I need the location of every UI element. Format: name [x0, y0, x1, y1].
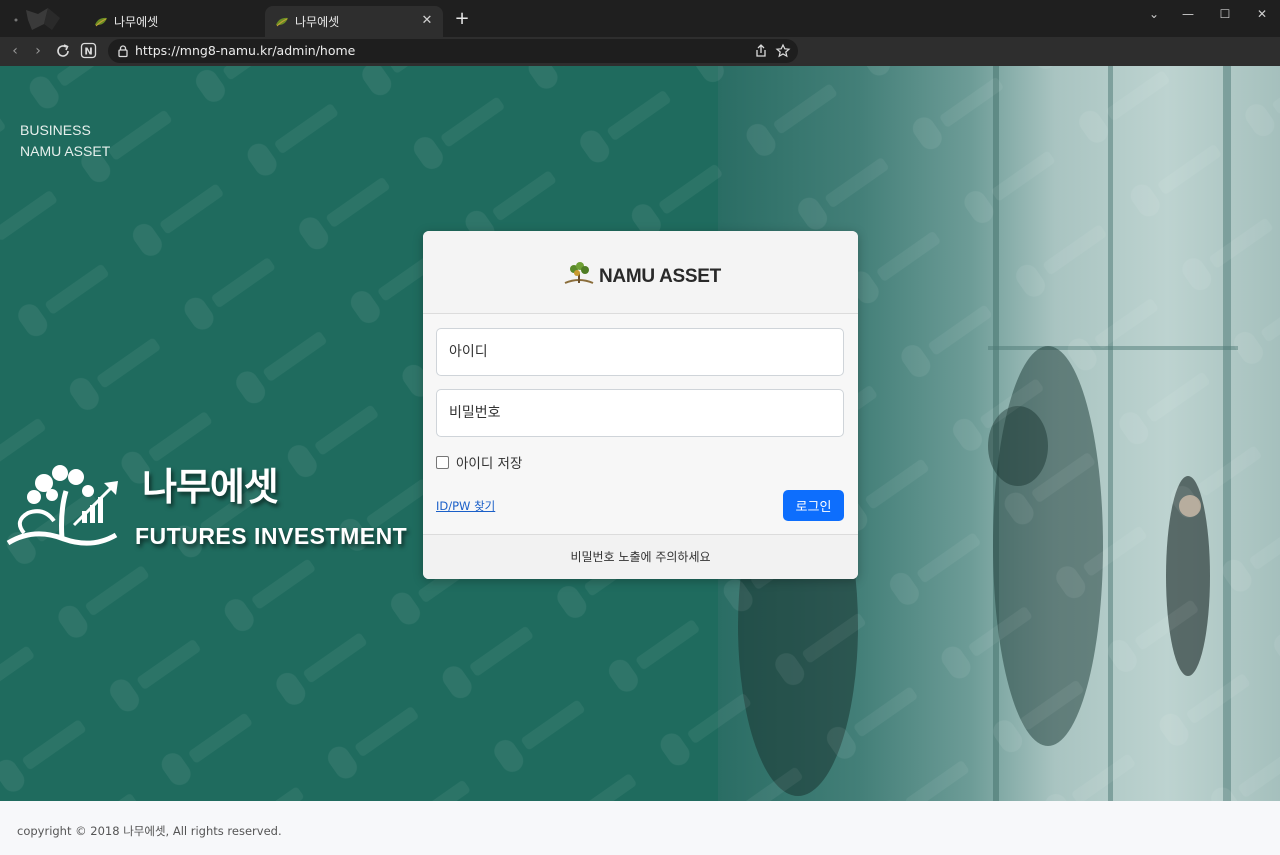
plus-icon[interactable]: + — [452, 9, 472, 29]
share-icon[interactable] — [753, 43, 769, 59]
tab-title: 나무에셋 — [114, 15, 159, 29]
reader-n-icon[interactable]: N — [80, 42, 97, 59]
address-bar[interactable]: https://mng8-namu.kr/admin/home — [108, 39, 798, 63]
back-icon[interactable]: ‹ — [5, 41, 25, 61]
brand-english-name: FUTURES INVESTMENT — [135, 523, 408, 549]
brand-line-namu-asset: NAMU ASSET — [20, 143, 111, 159]
svg-text:N: N — [84, 47, 92, 58]
bookmark-star-icon[interactable] — [775, 43, 791, 59]
reload-icon[interactable] — [54, 42, 72, 60]
tab-inactive[interactable]: 나무에셋 — [84, 6, 260, 37]
url-text: https://mng8-namu.kr/admin/home — [135, 43, 356, 58]
leaf-favicon-icon — [95, 17, 107, 26]
tree-logo-icon — [6, 465, 118, 546]
browser-logo-icon — [14, 8, 60, 30]
copyright-text: copyright © 2018 나무에셋, All rights reserv… — [17, 824, 282, 838]
page-footer: copyright © 2018 나무에셋, All rights reserv… — [0, 801, 1280, 855]
login-card: NAMU ASSET 아이디 저장 ID/PW 찾기 로그인 비밀번호 노출에 … — [423, 231, 858, 579]
leaf-favicon-icon — [276, 17, 288, 26]
brand-line-business: BUSINESS — [20, 122, 91, 138]
close-icon[interactable]: ✕ — [1245, 4, 1279, 24]
login-card-header: NAMU ASSET — [423, 231, 858, 314]
tree-logo-icon — [564, 262, 594, 284]
chevron-down-icon[interactable]: ⌄ — [1137, 4, 1171, 24]
page-content: BUSINESS NAMU ASSET 나무에셋 FUTURES INVESTM… — [0, 66, 1280, 855]
maximize-icon[interactable]: ☐ — [1208, 4, 1242, 24]
tab-title: 나무에셋 — [295, 15, 340, 29]
remember-id-label: 아이디 저장 — [456, 456, 523, 472]
lock-icon — [118, 45, 128, 58]
tab-active[interactable]: 나무에셋 ✕ — [265, 6, 443, 37]
username-input[interactable] — [436, 328, 844, 376]
browser-tab-bar: 나무에셋 나무에셋 ✕ + ⌄ — ☐ ✕ — [0, 0, 1280, 37]
brand-korean-name: 나무에셋 — [142, 465, 279, 509]
password-input[interactable] — [436, 389, 844, 437]
browser-toolbar: ‹ › N https://mng8-namu.kr/admin/home — [0, 37, 1280, 66]
brand-tagline: BUSINESS NAMU ASSET — [20, 120, 110, 162]
remember-id-checkbox[interactable] — [436, 455, 449, 469]
find-id-pw-link[interactable]: ID/PW 찾기 — [436, 498, 495, 514]
remember-id-option[interactable]: 아이디 저장 — [436, 452, 522, 472]
login-notice: 비밀번호 노출에 주의하세요 — [423, 534, 858, 579]
forward-icon[interactable]: › — [28, 41, 48, 61]
minimize-icon[interactable]: — — [1171, 4, 1205, 24]
tab-close-icon[interactable]: ✕ — [419, 13, 435, 29]
login-title: NAMU ASSET — [599, 266, 721, 287]
login-button[interactable]: 로그인 — [783, 490, 844, 521]
